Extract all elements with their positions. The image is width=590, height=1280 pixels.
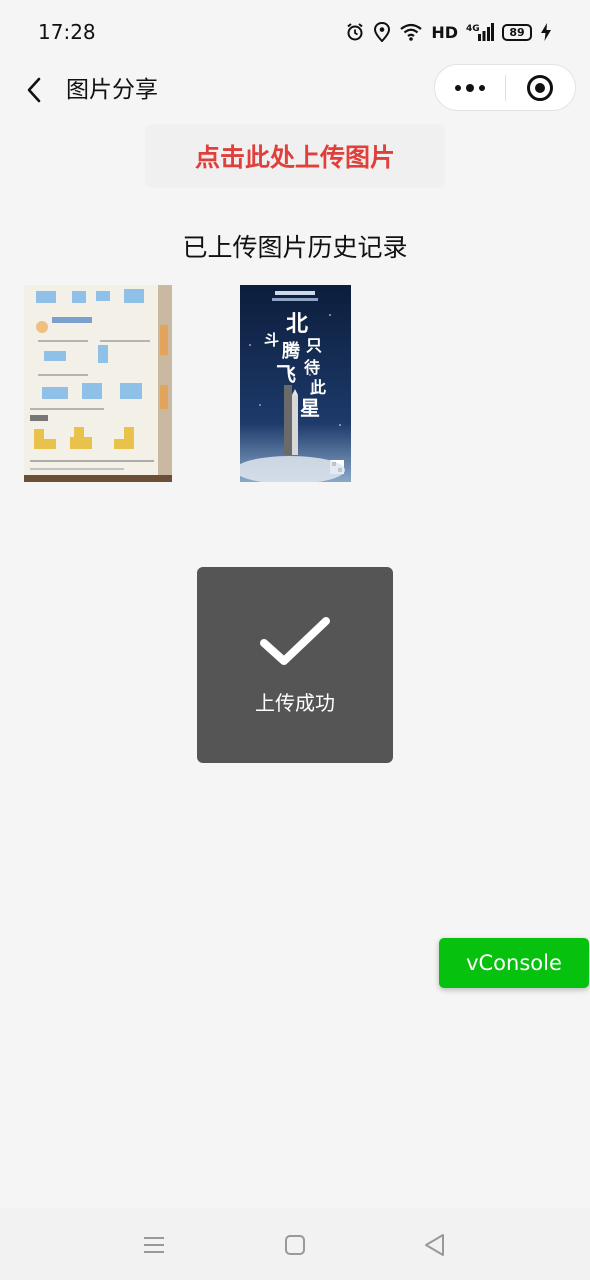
status-bar: 17:28 HD 4G 89 xyxy=(0,0,590,64)
poster-char-6: 此 xyxy=(310,378,326,397)
page-title: 图片分享 xyxy=(66,77,158,103)
history-image-poster[interactable]: 北 斗 腾 只 飞 待 此 星 xyxy=(240,285,351,482)
chevron-left-icon xyxy=(27,77,41,103)
poster-char-4: 飞 xyxy=(276,362,296,386)
poster-image: 北 斗 腾 只 飞 待 此 星 xyxy=(240,285,351,482)
home-square-icon[interactable] xyxy=(280,1230,310,1260)
charging-icon xyxy=(541,23,551,41)
vconsole-button[interactable]: vConsole xyxy=(439,938,589,988)
more-dots-icon xyxy=(454,83,485,92)
alarm-icon xyxy=(347,23,363,41)
capsule-menu xyxy=(434,64,576,111)
checkmark-icon xyxy=(260,617,330,665)
signal-icon: 4G xyxy=(466,23,494,41)
poster-char-0: 北 xyxy=(286,312,308,337)
battery-icon: 89 xyxy=(502,23,532,41)
poster-char-5: 待 xyxy=(304,358,320,377)
worksheet-image xyxy=(24,285,172,482)
back-triangle-icon[interactable] xyxy=(420,1230,450,1260)
poster-char-3: 只 xyxy=(306,336,322,355)
more-button[interactable] xyxy=(435,64,505,111)
history-title: 已上传图片历史记录 xyxy=(182,233,408,262)
toast-message: 上传成功 xyxy=(255,691,335,715)
poster-char-2: 腾 xyxy=(282,340,301,362)
poster-char-7: 星 xyxy=(300,396,320,420)
back-button[interactable] xyxy=(18,74,50,106)
success-toast: 上传成功 xyxy=(197,567,393,763)
svg-text:4G: 4G xyxy=(466,24,480,34)
upload-image-button[interactable]: 点击此处上传图片 xyxy=(145,124,445,188)
status-time: 17:28 xyxy=(38,20,96,44)
system-nav-bar xyxy=(0,1208,590,1280)
status-icons: HD 4G 89 xyxy=(345,22,552,42)
poster-char-1: 斗 xyxy=(264,331,279,349)
menu-icon[interactable] xyxy=(139,1230,169,1260)
network-type: HD xyxy=(431,22,458,42)
history-image-worksheet[interactable] xyxy=(24,285,172,482)
close-miniprogram-button[interactable] xyxy=(506,64,576,111)
nav-bar: 图片分享 xyxy=(0,64,590,116)
location-icon xyxy=(374,22,391,42)
wifi-icon xyxy=(400,23,423,41)
target-icon xyxy=(527,74,554,101)
